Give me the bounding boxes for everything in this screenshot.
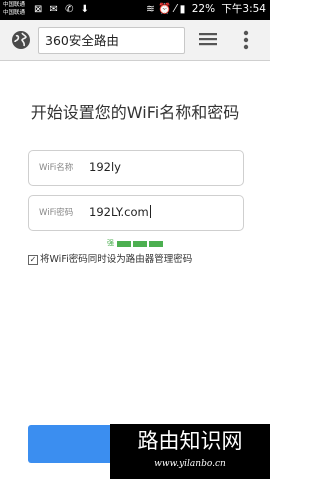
strength-bar — [149, 241, 163, 247]
strength-label: 强 — [107, 239, 114, 247]
status-bar: 中国联通 中国联通 ⊠ ✉ ✆ ⬇ ≋ ⏰ ⁄ ▮ 22% 下午3:54 — [0, 0, 270, 20]
wifi-password-wrapper: 192LY.com — [89, 204, 151, 220]
page-title: 开始设置您的WiFi名称和密码 — [30, 103, 240, 122]
site-watermark: 路由知识网 www.yilanbo.cn — [110, 424, 270, 479]
url-text: 360安全路由 — [45, 33, 119, 48]
text-caret — [149, 205, 151, 218]
battery-level: 22% — [191, 3, 216, 15]
status-right: ≋ ⏰ ⁄ ▮ 22% 下午3:54 — [143, 3, 266, 16]
wifi-name-value: 192ly — [89, 160, 121, 174]
browser-toolbar: 360安全路由 — [0, 20, 270, 61]
carrier-line-1: 中国联通 — [3, 2, 26, 8]
overflow-menu-icon[interactable] — [243, 30, 249, 50]
tabs-icon[interactable] — [199, 32, 217, 47]
watermark-url: www.yilanbo.cn — [154, 459, 226, 469]
notification-icons: ⊠ ✉ ✆ ⬇ — [34, 4, 92, 15]
clock: 下午3:54 — [221, 3, 266, 15]
system-icons: ≋ ⏰ ⁄ ▮ — [145, 3, 186, 15]
strength-bar — [117, 241, 131, 247]
watermark-title: 路由知识网 — [137, 429, 243, 453]
sync-password-label: 将WiFi密码同时设为路由器管理密码 — [40, 254, 193, 265]
strength-bar — [133, 241, 147, 247]
carrier-line-2: 中国联通 — [3, 10, 26, 16]
wifi-password-label: WiFi密码 — [39, 208, 74, 218]
globe-icon[interactable] — [11, 30, 31, 50]
sync-password-checkbox[interactable]: ✓ — [28, 255, 38, 265]
wifi-name-label: WiFi名称 — [39, 163, 74, 173]
address-bar[interactable]: 360安全路由 — [38, 27, 185, 54]
wifi-name-field[interactable]: WiFi名称 192ly — [28, 150, 244, 186]
wifi-password-value: 192LY.com — [89, 205, 149, 219]
wifi-password-field[interactable]: WiFi密码 192LY.com — [28, 195, 244, 231]
carrier-info: 中国联通 中国联通 — [3, 1, 25, 17]
